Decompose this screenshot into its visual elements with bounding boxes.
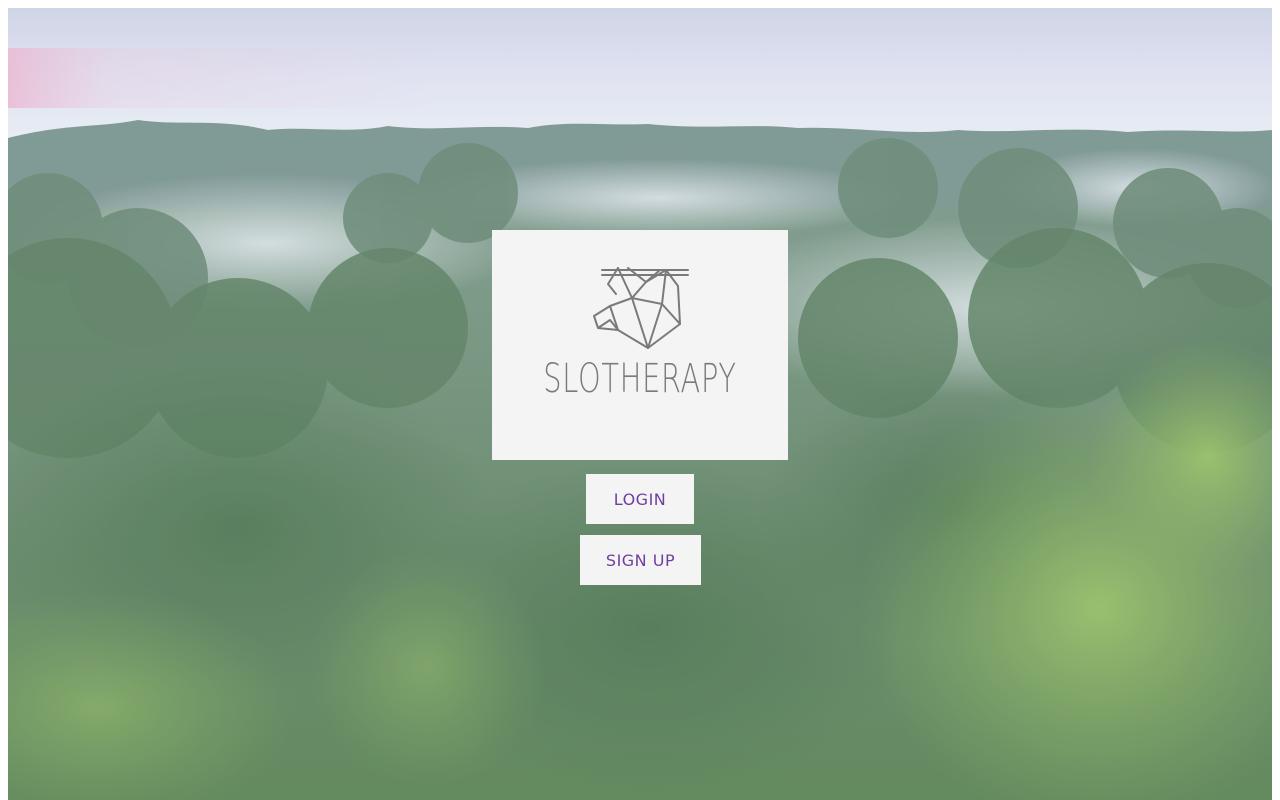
logo-card: SLOTHERAPY [492, 230, 788, 460]
login-button[interactable]: LOGIN [586, 474, 694, 524]
brand-wordmark: SLOTHERAPY [543, 356, 737, 402]
signup-button[interactable]: SIGN UP [580, 535, 701, 585]
app-frame: SLOTHERAPY LOGIN SIGN UP [8, 8, 1272, 800]
sloth-geometric-icon [593, 267, 689, 349]
